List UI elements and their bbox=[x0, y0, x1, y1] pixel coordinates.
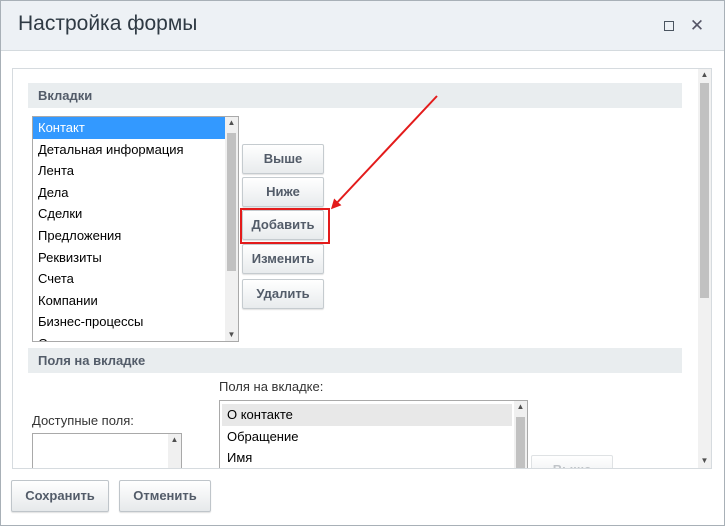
delete-tab-button[interactable]: Удалить bbox=[242, 279, 324, 309]
tabs-listbox[interactable]: Контакт Детальная информация Лента Дела Сдел… bbox=[32, 116, 239, 342]
list-item[interactable]: Имя bbox=[222, 447, 512, 468]
list-item[interactable]: Обращение bbox=[222, 426, 512, 448]
scroll-thumb[interactable] bbox=[700, 83, 709, 298]
list-item[interactable]: Дела bbox=[33, 182, 225, 204]
scroll-up-icon[interactable]: ▲ bbox=[698, 69, 711, 81]
scroll-up-icon[interactable]: ▲ bbox=[225, 117, 238, 129]
list-item[interactable]: Компании bbox=[33, 290, 225, 312]
available-fields-label: Доступные поля: bbox=[32, 413, 134, 428]
available-fields-scrollbar[interactable]: ▲ bbox=[168, 434, 181, 468]
scroll-down-icon[interactable]: ▼ bbox=[698, 455, 711, 467]
maximize-icon[interactable] bbox=[661, 18, 677, 34]
scroll-thumb[interactable] bbox=[516, 417, 525, 468]
list-item[interactable]: Детальная информация bbox=[33, 139, 225, 161]
list-item[interactable]: С bbox=[33, 333, 225, 341]
list-item[interactable]: Счета bbox=[33, 268, 225, 290]
list-item[interactable]: Бизнес-процессы bbox=[33, 311, 225, 333]
fields-move-up-button[interactable]: Выше bbox=[531, 455, 613, 468]
form-settings-dialog: Настройка формы ✕ Вкладки Контакт Детальн… bbox=[0, 0, 725, 526]
tab-fields-section-header: Поля на вкладке bbox=[28, 348, 682, 373]
scroll-up-icon[interactable]: ▲ bbox=[514, 401, 527, 413]
highlight-box bbox=[240, 208, 330, 244]
dialog-titlebar: Настройка формы ✕ bbox=[1, 1, 724, 51]
list-item[interactable]: Реквизиты bbox=[33, 247, 225, 269]
available-fields-listbox[interactable]: ▲ bbox=[32, 433, 182, 468]
scroll-down-icon[interactable]: ▼ bbox=[225, 329, 238, 341]
list-item[interactable]: Лента bbox=[33, 160, 225, 182]
content-scrollbar[interactable]: ▲ ▼ bbox=[698, 69, 711, 468]
list-item[interactable]: О контакте bbox=[222, 404, 512, 426]
move-up-button[interactable]: Выше bbox=[242, 144, 324, 174]
scroll-thumb[interactable] bbox=[227, 133, 236, 271]
scroll-up-icon[interactable]: ▲ bbox=[168, 434, 181, 446]
tab-fields-listbox[interactable]: О контакте Обращение Имя ▲ bbox=[219, 400, 528, 468]
cancel-button[interactable]: Отменить bbox=[119, 480, 211, 512]
move-down-button[interactable]: Ниже bbox=[242, 177, 324, 207]
dialog-title: Настройка формы bbox=[18, 12, 198, 35]
close-icon[interactable]: ✕ bbox=[689, 17, 705, 34]
tabs-list-scrollbar[interactable]: ▲ ▼ bbox=[225, 117, 238, 341]
tabs-section-header: Вкладки bbox=[28, 83, 682, 108]
list-item[interactable]: Предложения bbox=[33, 225, 225, 247]
save-button[interactable]: Сохранить bbox=[11, 480, 109, 512]
edit-tab-button[interactable]: Изменить bbox=[242, 244, 324, 274]
dialog-content: Вкладки Контакт Детальная информация Лента… bbox=[12, 68, 712, 469]
list-item[interactable]: Сделки bbox=[33, 203, 225, 225]
tab-fields-scrollbar[interactable]: ▲ bbox=[514, 401, 527, 468]
list-item[interactable]: Контакт bbox=[33, 117, 225, 139]
tab-fields-label: Поля на вкладке: bbox=[219, 379, 324, 394]
